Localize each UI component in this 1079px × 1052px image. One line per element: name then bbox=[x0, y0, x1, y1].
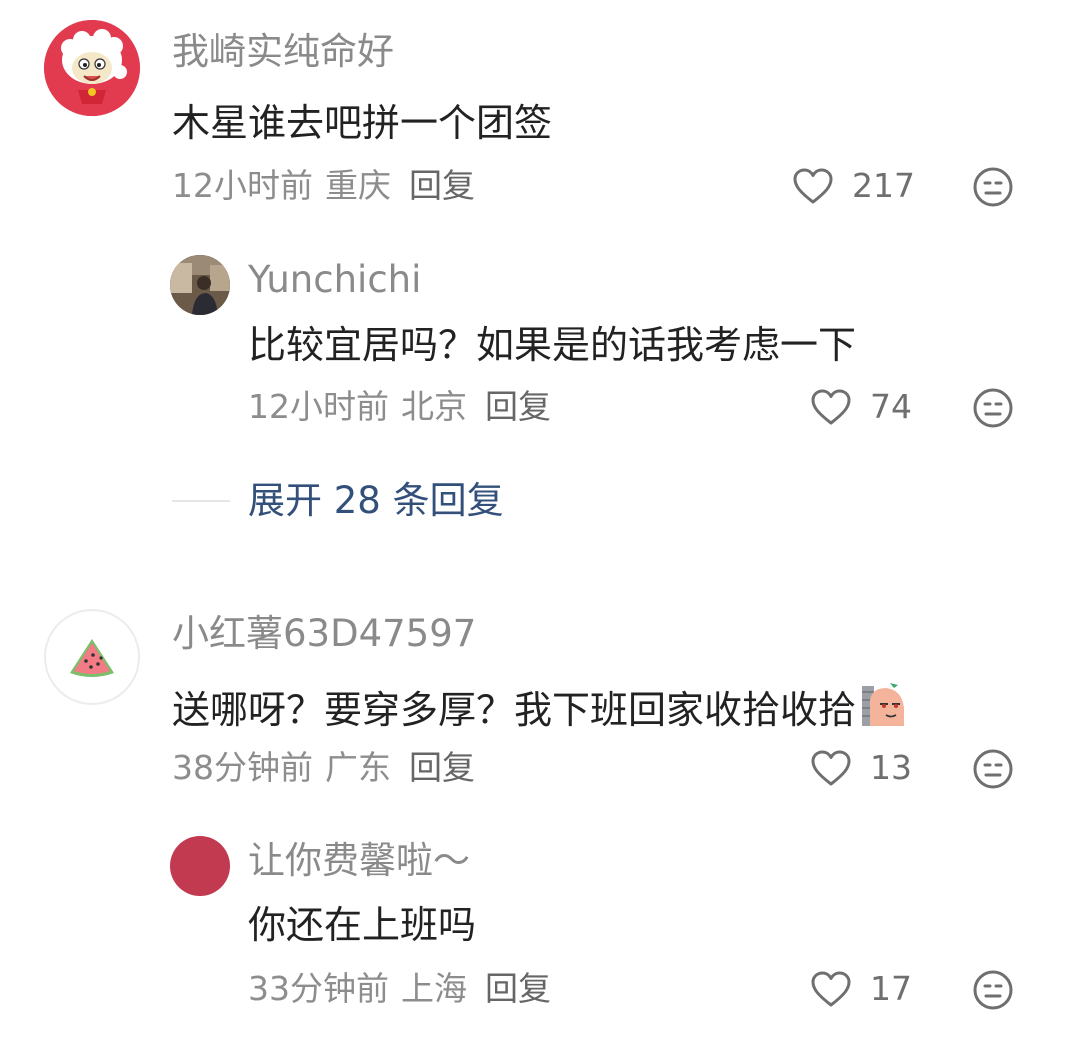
dislike-button[interactable] bbox=[972, 166, 1014, 212]
heart-icon bbox=[811, 389, 851, 425]
avatar[interactable] bbox=[170, 255, 230, 315]
reply-author[interactable]: 让你费馨啦～ bbox=[248, 839, 470, 883]
reply-button[interactable]: 回复 bbox=[485, 387, 551, 426]
like-button[interactable]: 74 bbox=[810, 387, 912, 427]
like-count: 17 bbox=[870, 969, 912, 1008]
neutral-face-icon bbox=[973, 749, 1013, 789]
neutral-face-icon bbox=[973, 388, 1013, 428]
dislike-button[interactable] bbox=[972, 387, 1014, 433]
reply-button[interactable]: 回复 bbox=[485, 969, 551, 1008]
comment-meta: 12小时前 重庆 回复 bbox=[172, 166, 475, 206]
peeking-sticker-icon bbox=[860, 682, 906, 738]
reply-location: 北京 bbox=[401, 387, 467, 426]
comment-text-content: 送哪呀？要穿多厚？我下班回家收拾收拾 bbox=[172, 688, 857, 732]
comment-location: 广东 bbox=[325, 748, 391, 787]
comment-author[interactable]: 我崎实纯命好 bbox=[172, 30, 394, 74]
avatar[interactable] bbox=[44, 20, 140, 116]
reply-author[interactable]: Yunchichi bbox=[248, 258, 421, 302]
expand-replies-button[interactable]: 展开 28 条回复 bbox=[172, 478, 504, 524]
comment-text: 木星谁去吧拼一个团签 bbox=[172, 101, 553, 145]
like-count: 74 bbox=[870, 387, 912, 426]
dislike-button[interactable] bbox=[972, 969, 1014, 1015]
dislike-button[interactable] bbox=[972, 748, 1014, 794]
heart-icon bbox=[793, 168, 833, 204]
like-button[interactable]: 217 bbox=[792, 166, 915, 206]
reply-text: 比较宜居吗？如果是的话我考虑一下 bbox=[248, 323, 857, 367]
reply-button[interactable]: 回复 bbox=[409, 748, 475, 787]
expand-replies-label: 展开 28 条回复 bbox=[248, 479, 504, 522]
neutral-face-icon bbox=[973, 970, 1013, 1010]
comment-text: 送哪呀？要穿多厚？我下班回家收拾收拾 bbox=[172, 682, 906, 738]
neutral-face-icon bbox=[973, 167, 1013, 207]
comment-time: 12小时前 bbox=[172, 166, 313, 205]
like-button[interactable]: 17 bbox=[810, 969, 912, 1009]
reply-button[interactable]: 回复 bbox=[409, 166, 475, 205]
cartoon-sheep-icon bbox=[44, 20, 140, 116]
like-count: 13 bbox=[870, 748, 912, 787]
reply-location: 上海 bbox=[401, 969, 467, 1008]
avatar[interactable] bbox=[44, 609, 140, 705]
reply-meta: 33分钟前 上海 回复 bbox=[248, 969, 551, 1009]
reply-meta: 12小时前 北京 回复 bbox=[248, 387, 551, 427]
comment-author[interactable]: 小红薯63D47597 bbox=[172, 612, 476, 656]
like-count: 217 bbox=[852, 166, 915, 205]
comment-location: 重庆 bbox=[325, 166, 391, 205]
like-button[interactable]: 13 bbox=[810, 748, 912, 788]
person-photo-icon bbox=[170, 255, 230, 315]
watermelon-icon bbox=[70, 639, 114, 677]
heart-icon bbox=[811, 750, 851, 786]
reply-text: 你还在上班吗 bbox=[248, 903, 477, 947]
comment-time: 38分钟前 bbox=[172, 748, 313, 787]
reply-time: 12小时前 bbox=[248, 387, 389, 426]
reply-time: 33分钟前 bbox=[248, 969, 389, 1008]
red-circle-avatar[interactable] bbox=[170, 836, 230, 896]
divider bbox=[172, 500, 230, 502]
heart-icon bbox=[811, 971, 851, 1007]
comment-meta: 38分钟前 广东 回复 bbox=[172, 748, 475, 788]
